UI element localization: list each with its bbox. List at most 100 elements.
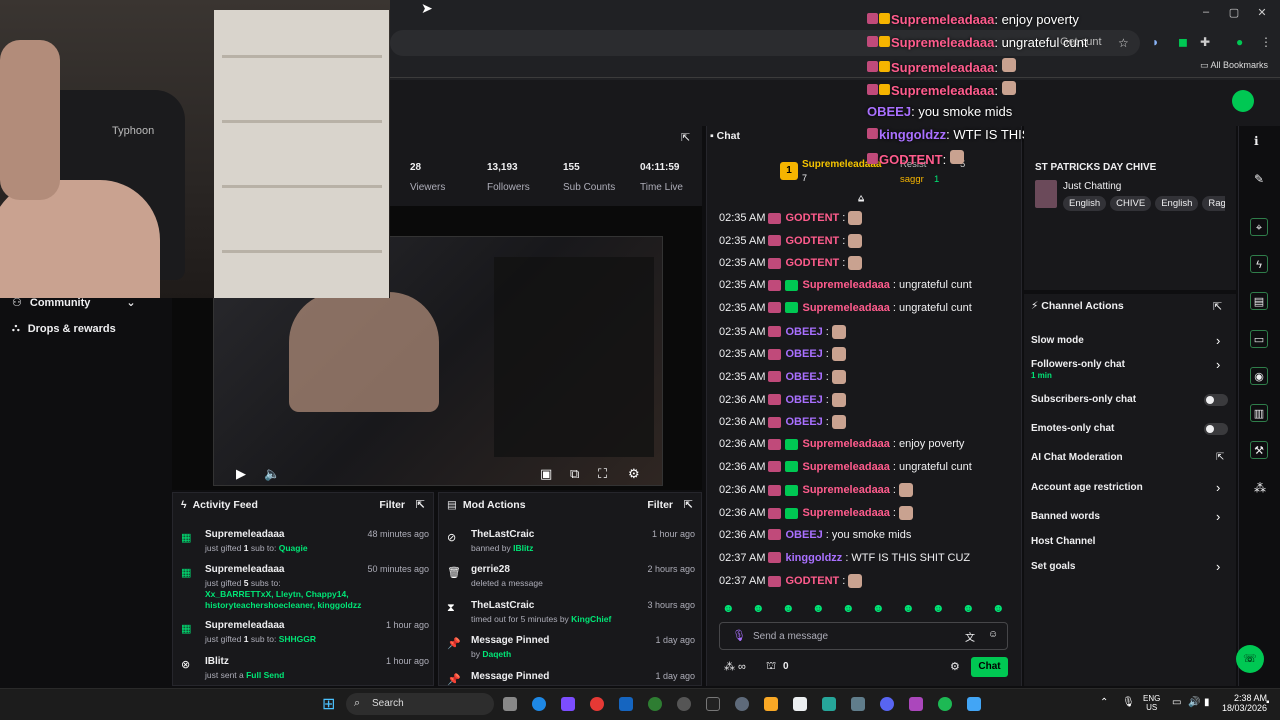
chat-username[interactable]: Supremeleadaaa — [802, 507, 889, 519]
edge-icon[interactable] — [532, 697, 546, 711]
taskbar-search[interactable]: ⌕ Search — [346, 693, 494, 715]
emote-icon[interactable]: ☻ — [812, 601, 825, 615]
notification-icon[interactable]: ▪ — [1266, 697, 1270, 708]
popout-icon[interactable]: ⇱ — [1213, 300, 1222, 313]
chat-username[interactable]: Supremeleadaaa — [802, 461, 889, 473]
all-bookmarks-link[interactable]: ▭ All Bookmarks — [1200, 60, 1268, 71]
chat-message[interactable]: 02:37 AM GODTENT: — [719, 574, 863, 589]
battery-icon[interactable]: ▮ — [1204, 697, 1210, 708]
spotify-icon[interactable] — [938, 697, 952, 711]
toggle-switch[interactable] — [1204, 423, 1228, 435]
tag[interactable]: English — [1155, 196, 1199, 211]
chevron-up-icon[interactable]: ⌃ — [1100, 697, 1108, 708]
app-icon[interactable] — [677, 697, 691, 711]
pencil-icon[interactable]: ✎ — [1254, 172, 1264, 186]
chat-username[interactable]: Supremeleadaaa — [802, 302, 889, 314]
chat-username[interactable]: OBEEJ — [785, 326, 822, 338]
network-icon[interactable]: ▭ — [1172, 697, 1181, 708]
chat-username[interactable]: Supremeleadaaa — [802, 438, 889, 450]
channel-action-6[interactable]: Banned words — [1031, 511, 1100, 522]
popout-icon[interactable]: ⇱ — [681, 131, 690, 144]
chat-message[interactable]: 02:35 AM OBEEJ: — [719, 347, 846, 362]
chat-message[interactable]: 02:35 AM Supremeleadaaa: ungrateful cunt — [719, 279, 972, 291]
chat-username[interactable]: OBEEJ — [785, 371, 822, 383]
chat-message[interactable]: 02:35 AM Supremeleadaaa: ungrateful cunt — [719, 302, 972, 314]
channel-action-5[interactable]: Account age restriction — [1031, 482, 1143, 493]
app-icon[interactable] — [851, 697, 865, 711]
extensions-icon[interactable]: ⁂ — [1254, 481, 1266, 495]
chrome-icon[interactable] — [590, 697, 604, 711]
extension-nz-icon[interactable]: ◼ — [1178, 35, 1188, 49]
emote-icon[interactable]: ☻ — [872, 601, 885, 615]
chat-message[interactable]: 02:36 AM Supremeleadaaa: — [719, 483, 913, 498]
channel-action-8[interactable]: Set goals — [1031, 561, 1075, 572]
chat-send-button[interactable]: Chat — [971, 657, 1008, 677]
mod-filter-button[interactable]: Filter — [647, 499, 673, 511]
emote-icon[interactable]: ☻ — [902, 601, 915, 615]
chat-message[interactable]: 02:35 AM GODTENT: — [719, 256, 863, 271]
minimize-icon[interactable]: – — [1198, 6, 1214, 18]
app-icon[interactable] — [561, 697, 575, 711]
wrench-icon[interactable]: ⚒ — [1250, 441, 1268, 459]
chat-username[interactable]: GODTENT — [785, 257, 839, 269]
channel-action-3[interactable]: Emotes-only chat — [1031, 423, 1114, 434]
broadcast-icon[interactable]: ◉ — [1250, 367, 1268, 385]
fullscreen-icon[interactable]: ⛶ — [598, 466, 607, 482]
chat-input[interactable]: 🎙 Send a message 文 ☺ — [719, 622, 1008, 650]
chat-username[interactable]: kinggoldzz — [785, 552, 842, 564]
app-icon[interactable] — [822, 697, 836, 711]
info-icon[interactable]: ℹ — [1254, 134, 1259, 148]
chat-message[interactable]: 02:35 AM GODTENT: — [719, 211, 863, 225]
puzzle-icon[interactable]: ✚ — [1200, 35, 1210, 49]
channel-action-1[interactable]: Followers-only chat — [1031, 359, 1125, 370]
quick-action-icon[interactable]: ⌖ — [1250, 218, 1268, 236]
chat-username[interactable]: Supremeleadaaa — [802, 279, 889, 291]
speaker-icon[interactable]: 🔊 — [1188, 697, 1200, 708]
chevron-right-icon[interactable]: › — [1216, 333, 1220, 348]
toggle-switch[interactable] — [1204, 394, 1228, 406]
emote-icon[interactable]: ☻ — [992, 601, 1005, 615]
epic-icon[interactable] — [706, 697, 720, 711]
chat-message[interactable]: 02:37 AM kinggoldzz: WTF IS THIS SHIT CUZ — [719, 552, 970, 564]
help-button[interactable]: ☏ — [1236, 645, 1264, 673]
chat-username[interactable]: Supremeleadaaa — [802, 484, 889, 496]
popout-icon[interactable]: ⇱ — [416, 498, 425, 511]
chevron-right-icon[interactable]: › — [1216, 357, 1220, 372]
star-icon[interactable]: ☆ — [1118, 36, 1129, 50]
chevron-right-icon[interactable]: › — [1216, 480, 1220, 495]
emote-icon[interactable]: ☻ — [722, 601, 735, 615]
file-explorer-icon[interactable] — [764, 697, 778, 711]
theatre-icon[interactable]: ▣ — [540, 466, 552, 482]
message-icon[interactable]: ▭ — [1250, 330, 1268, 348]
chat-username[interactable]: GODTENT — [785, 575, 839, 587]
stream-category[interactable]: Just Chatting — [1063, 181, 1121, 192]
profile-icon[interactable]: ● — [1236, 35, 1243, 49]
xbox-icon[interactable] — [648, 697, 662, 711]
clip-icon[interactable]: ⧉ — [570, 466, 579, 482]
streamer-avatar[interactable] — [1232, 90, 1254, 112]
channel-action-0[interactable]: Slow mode — [1031, 335, 1084, 346]
chat-message[interactable]: 02:35 AM OBEEJ: — [719, 369, 846, 384]
chat-username[interactable]: GODTENT — [785, 235, 839, 247]
bolt-icon[interactable]: ϟ — [1250, 255, 1268, 273]
translate-icon[interactable]: 文 — [965, 629, 975, 644]
chat-username[interactable]: GODTENT — [785, 212, 839, 224]
windows-start-icon[interactable]: ⊞ — [322, 694, 335, 714]
microphone-icon[interactable]: 🎙 — [732, 629, 746, 642]
collapse-icon[interactable]: ⩠ — [858, 193, 864, 204]
chevron-right-icon[interactable]: › — [1216, 559, 1220, 574]
chevron-right-icon[interactable]: › — [1216, 509, 1220, 524]
close-icon[interactable]: ✕ — [1254, 6, 1270, 19]
popout-icon[interactable]: ⇱ — [684, 498, 693, 511]
chat-settings-icon[interactable]: ⚙ — [950, 660, 960, 673]
tag[interactable]: Rag — [1202, 196, 1225, 211]
extension-icon[interactable]: ◗ — [1152, 35, 1159, 49]
chat-username[interactable]: OBEEJ — [785, 529, 822, 541]
chat-message[interactable]: 02:35 AM OBEEJ: — [719, 324, 846, 339]
chat-username[interactable]: OBEEJ — [785, 394, 822, 406]
clock[interactable]: 2:38 AM 18/03/2026 — [1222, 693, 1267, 713]
channel-action-4[interactable]: AI Chat Moderation — [1031, 452, 1123, 463]
store-icon[interactable] — [793, 697, 807, 711]
volume-icon[interactable]: 🔈 — [264, 466, 280, 482]
chat-message[interactable]: 02:36 AM OBEEJ: you smoke mids — [719, 529, 911, 541]
